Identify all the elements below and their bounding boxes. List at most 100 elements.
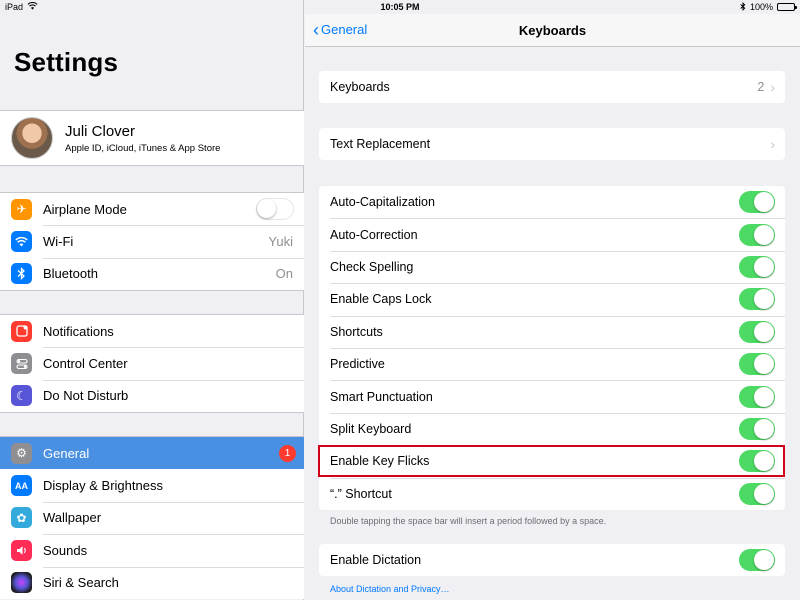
nav-title: Keyboards	[518, 23, 587, 38]
row-label: Shortcuts	[330, 324, 383, 339]
control-center-icon	[11, 353, 32, 375]
bluetooth-status-icon	[740, 1, 746, 13]
siri-icon	[11, 572, 32, 594]
enable-key-flicks-toggle[interactable]	[739, 450, 775, 473]
detail-pane: ‹ General Keyboards Keyboards 2 › Text R…	[305, 0, 800, 600]
sidebar-item-general[interactable]: ⚙ General 1	[0, 437, 304, 470]
row-label: Auto-Correction	[330, 227, 418, 242]
sidebar-item-wifi[interactable]: Wi-Fi Yuki	[0, 225, 304, 257]
sidebar-item-notifications[interactable]: Notifications	[0, 315, 304, 347]
auto-correction-toggle[interactable]	[739, 223, 775, 246]
row-label: Auto-Capitalization	[330, 195, 435, 210]
row-label: Enable Caps Lock	[330, 292, 432, 307]
setting-row-smart-punctuation: Smart Punctuation	[319, 380, 785, 412]
battery-percent: 100%	[749, 2, 773, 12]
sidebar-item-label: Do Not Disturb	[43, 388, 129, 404]
setting-row-split-keyboard: Split Keyboard	[319, 412, 785, 445]
row-label: Split Keyboard	[330, 421, 412, 436]
setting-row-enable-key-flicks: Enable Key Flicks	[319, 445, 785, 477]
wifi-network-value: Yuki	[268, 234, 293, 250]
row-label: Enable Dictation	[330, 553, 422, 568]
row-label: Smart Punctuation	[330, 389, 433, 404]
enable-caps-lock-toggle[interactable]	[739, 288, 775, 311]
sidebar-item-label: Wi-Fi	[43, 234, 74, 250]
sidebar-item-label: Control Center	[43, 356, 128, 372]
smart-punctuation-toggle[interactable]	[739, 385, 775, 408]
wallpaper-icon: ✿	[11, 507, 32, 529]
sidebar-item-airplane-mode[interactable]: ✈ Airplane Mode	[0, 193, 304, 225]
sidebar-item-label: Display & Brightness	[43, 478, 163, 494]
keyboards-card: Keyboards 2 ›	[319, 71, 785, 104]
page-title: Settings	[14, 47, 119, 77]
predictive-toggle[interactable]	[739, 353, 775, 376]
navigation-bar: ‹ General Keyboards	[305, 14, 800, 47]
sidebar: Settings Juli Clover Apple ID, iCloud, i…	[0, 0, 304, 600]
enable-dictation-toggle[interactable]	[739, 549, 775, 572]
bluetooth-icon	[11, 263, 32, 285]
notification-badge: 1	[279, 444, 296, 462]
bluetooth-value: On	[275, 266, 293, 282]
period-shortcut-footnote: Double tapping the space bar will insert…	[330, 516, 607, 526]
sidebar-item-label: Siri & Search	[43, 575, 119, 591]
sidebar-item-display-brightness[interactable]: AA Display & Brightness	[0, 469, 304, 501]
battery-icon	[777, 3, 797, 11]
notifications-icon	[11, 320, 32, 342]
keyboards-count: 2	[757, 80, 765, 95]
sidebar-item-label: Sounds	[43, 542, 88, 558]
airplane-icon: ✈	[11, 198, 32, 220]
wifi-status-icon	[27, 2, 38, 12]
row-label: Text Replacement	[330, 137, 431, 152]
sidebar-item-do-not-disturb[interactable]: ☾ Do Not Disturb	[0, 379, 304, 412]
row-label: Enable Key Flicks	[330, 454, 430, 469]
sidebar-item-siri-search[interactable]: Siri & Search	[0, 566, 304, 599]
avatar	[11, 117, 53, 159]
sidebar-item-sounds[interactable]: Sounds	[0, 534, 304, 566]
setting-row-period-shortcut: “.” Shortcut	[319, 477, 785, 510]
status-time: 10:05 PM	[380, 2, 420, 12]
text-replacement-row[interactable]: Text Replacement ›	[319, 128, 785, 160]
auto-capitalization-toggle[interactable]	[739, 191, 775, 214]
setting-row-enable-dictation: Enable Dictation	[319, 544, 785, 576]
profile-name: Juli Clover	[65, 122, 136, 140]
sidebar-group-connectivity: ✈ Airplane Mode Wi-Fi Yuki Bluetooth On	[0, 192, 304, 292]
check-spelling-toggle[interactable]	[739, 255, 775, 278]
period-shortcut-toggle[interactable]	[739, 482, 775, 505]
sidebar-item-bluetooth[interactable]: Bluetooth On	[0, 257, 304, 290]
keyboard-toggles-card: Auto-Capitalization Auto-Correction Chec…	[319, 186, 785, 510]
sidebar-item-label: General	[43, 445, 90, 461]
setting-row-enable-caps-lock: Enable Caps Lock	[319, 283, 785, 315]
text-replacement-card: Text Replacement ›	[319, 128, 785, 161]
profile-subtitle: Apple ID, iCloud, iTunes & App Store	[65, 142, 221, 154]
sidebar-group-general: ⚙ General 1 AA Display & Brightness ✿ Wa…	[0, 436, 304, 599]
setting-row-shortcuts: Shortcuts	[319, 315, 785, 348]
keyboards-row[interactable]: Keyboards 2 ›	[319, 71, 785, 103]
row-label: Predictive	[330, 357, 385, 372]
setting-row-predictive: Predictive	[319, 347, 785, 380]
sidebar-group-notifications: Notifications Control Center ☾ Do Not Di…	[0, 314, 304, 414]
shortcuts-toggle[interactable]	[739, 320, 775, 343]
status-bar: iPad 10:05 PM 100%	[0, 0, 800, 14]
profile-row[interactable]: Juli Clover Apple ID, iCloud, iTunes & A…	[0, 110, 304, 166]
sounds-icon	[11, 539, 32, 561]
chevron-right-icon: ›	[770, 136, 775, 153]
wifi-icon	[11, 231, 32, 253]
row-label: “.” Shortcut	[330, 486, 392, 501]
sidebar-item-control-center[interactable]: Control Center	[0, 347, 304, 379]
airplane-mode-toggle[interactable]	[256, 198, 294, 221]
display-icon: AA	[11, 475, 32, 497]
sidebar-item-label: Airplane Mode	[43, 201, 127, 217]
dictation-privacy-link[interactable]: About Dictation and Privacy…	[330, 584, 450, 594]
split-keyboard-toggle[interactable]	[739, 417, 775, 440]
chevron-right-icon: ›	[770, 79, 775, 96]
sidebar-item-label: Wallpaper	[43, 510, 102, 526]
device-label: iPad	[5, 2, 24, 12]
gear-icon: ⚙	[11, 442, 32, 464]
sidebar-item-label: Notifications	[43, 323, 114, 339]
setting-row-check-spelling: Check Spelling	[319, 250, 785, 283]
setting-row-auto-capitalization: Auto-Capitalization	[319, 186, 785, 218]
sidebar-item-wallpaper[interactable]: ✿ Wallpaper	[0, 501, 304, 534]
row-label: Keyboards	[330, 80, 390, 95]
dictation-card: Enable Dictation	[319, 544, 785, 577]
sidebar-item-label: Bluetooth	[43, 266, 98, 282]
row-label: Check Spelling	[330, 259, 414, 274]
